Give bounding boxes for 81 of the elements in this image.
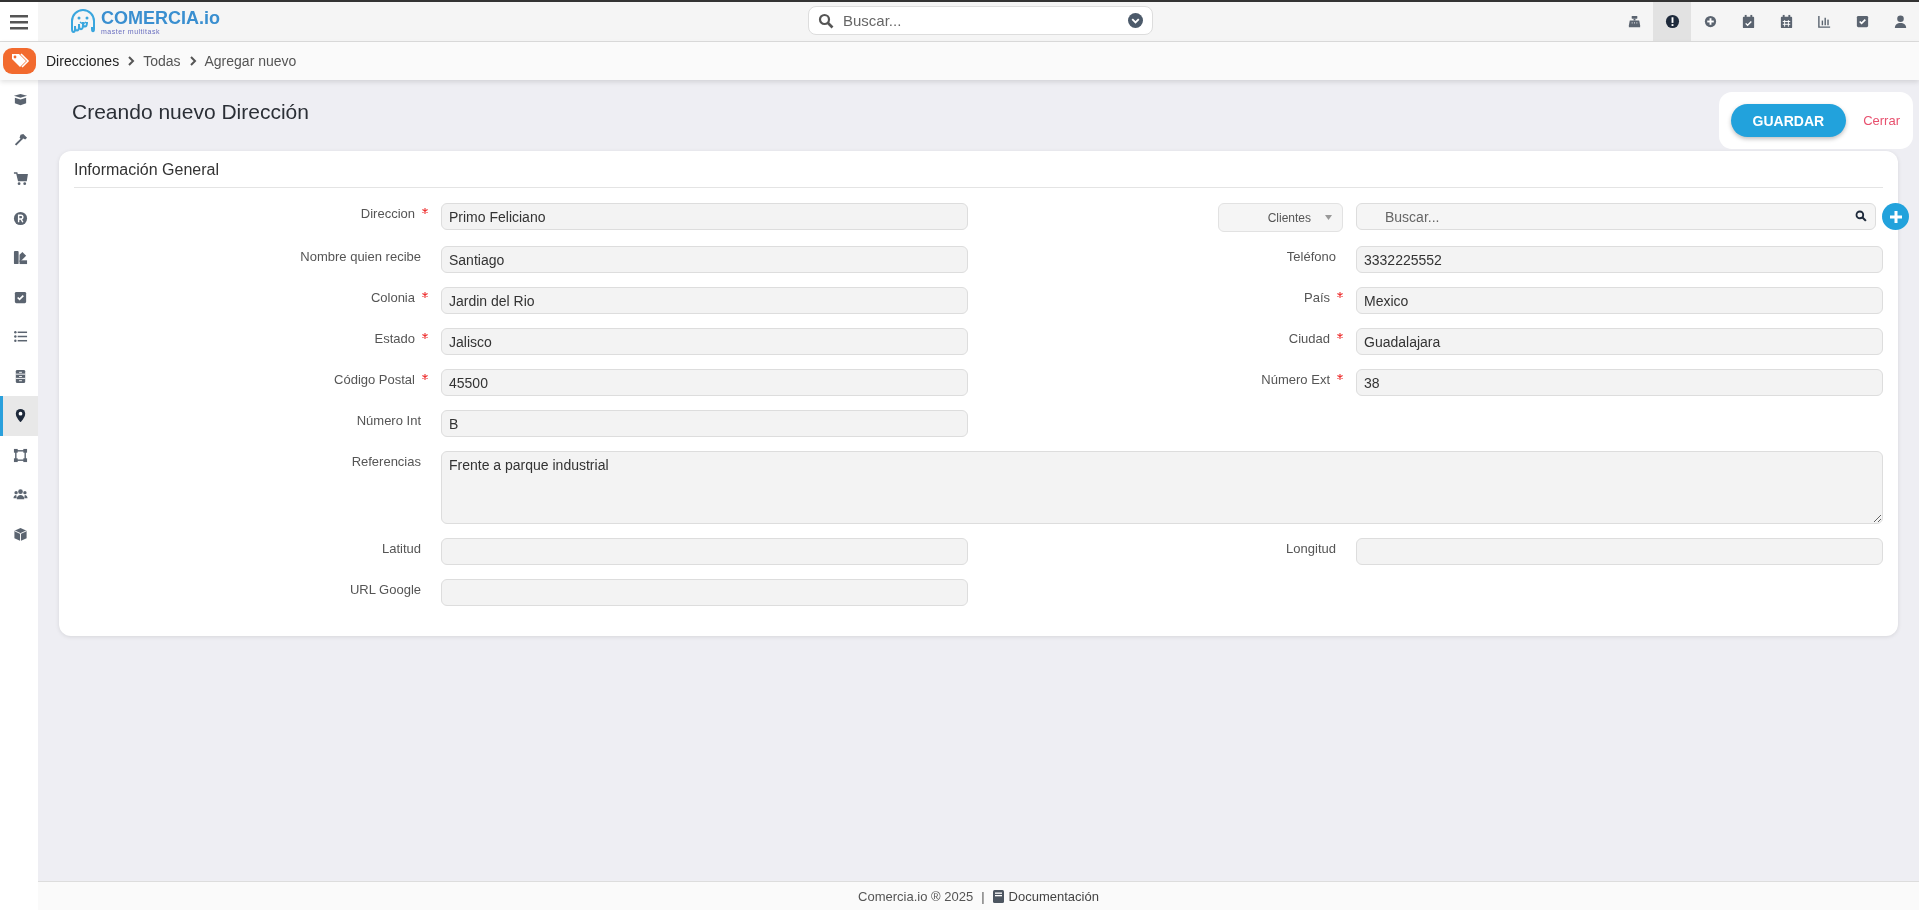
menu-icon	[10, 13, 28, 30]
required-asterisk-icon	[422, 292, 428, 298]
breadcrumb-link[interactable]: Todas	[143, 53, 181, 69]
text-area[interactable]: Frente a parque industrial	[441, 451, 1883, 524]
box-icon	[13, 92, 28, 108]
select-dropdown[interactable]: Clientes	[1218, 203, 1343, 232]
field-label: Ciudad	[1288, 331, 1330, 346]
chevron-icon	[188, 56, 197, 66]
plus-icon	[1888, 209, 1903, 224]
required-asterisk-icon	[422, 208, 428, 214]
search-icon	[818, 13, 834, 29]
search-field[interactable]: Buscar...	[1356, 203, 1876, 230]
required-asterisk-icon	[1337, 292, 1343, 298]
field-label: Referencias	[351, 454, 421, 469]
field-label: Estado	[374, 331, 415, 346]
field-label: Teléfono	[1286, 249, 1336, 264]
field-label: Longitud	[1286, 541, 1336, 556]
input-field[interactable]	[441, 579, 968, 606]
hammer-icon	[13, 131, 28, 147]
cube-icon	[13, 526, 28, 542]
field-label: País	[1304, 290, 1330, 305]
field-label: Direccion	[360, 206, 415, 221]
search-icon	[1855, 210, 1867, 222]
alert-icon	[1664, 14, 1680, 29]
input-field[interactable]: Primo Feliciano	[441, 203, 968, 230]
menu-button[interactable]	[0, 2, 38, 41]
cart-icon	[13, 171, 28, 187]
cash-register-icon	[1626, 14, 1642, 29]
page-title: Creando nuevo Dirección	[72, 99, 309, 124]
required-asterisk-icon	[1337, 374, 1343, 380]
copyright-text: Comercia.io ® 2025	[858, 888, 974, 904]
breadcrumb-link[interactable]: Agregar nuevo	[204, 53, 297, 69]
input-field[interactable]: B	[441, 410, 968, 437]
required-asterisk-icon	[422, 374, 428, 380]
caret-icon	[1325, 215, 1332, 220]
calendar-check-icon	[1740, 14, 1756, 29]
search-field[interactable]: Buscar...	[808, 6, 1153, 35]
toolbar-button[interactable]	[1653, 2, 1691, 41]
bar-chart-icon	[1816, 14, 1832, 29]
field-label: Número Int	[356, 413, 421, 428]
documentation-link[interactable]: Documentación	[1008, 888, 1099, 904]
separator: |	[981, 888, 985, 904]
input-field[interactable]: 38	[1356, 369, 1883, 396]
input-field[interactable]: Mexico	[1356, 287, 1883, 314]
input-field[interactable]: Jalisco	[441, 328, 968, 355]
map-pin-icon	[13, 408, 28, 424]
swatch-icon	[13, 250, 28, 266]
checkbox-icon	[13, 289, 28, 305]
logo-wordmark: COMERCIA.io	[101, 8, 220, 27]
input-field[interactable]: Guadalajara	[1356, 328, 1883, 355]
required-asterisk-icon	[1337, 333, 1343, 339]
field-label: URL Google	[349, 582, 421, 597]
list-icon	[13, 329, 28, 345]
chevron-icon	[127, 56, 136, 66]
plus-circle-icon	[1702, 14, 1718, 29]
required-asterisk-icon	[422, 333, 428, 339]
dropdown-icon[interactable]	[1128, 13, 1143, 28]
field-label: Latitud	[381, 541, 421, 556]
cabinet-icon	[13, 368, 28, 384]
add-button[interactable]	[1882, 203, 1909, 230]
sidebar-item[interactable]	[0, 396, 38, 436]
close-link[interactable]: Cerrar	[1863, 113, 1900, 128]
field-label: Nombre quien recibe	[300, 249, 421, 264]
calendar-icon	[1778, 14, 1794, 29]
vector-square-icon	[13, 447, 28, 463]
input-field[interactable]	[1356, 538, 1883, 565]
field-label: Código Postal	[334, 372, 415, 387]
checkbox-icon	[1854, 14, 1870, 29]
input-field[interactable]: Jardin del Rio	[441, 287, 968, 314]
registered-icon	[13, 210, 28, 226]
input-field[interactable]	[441, 538, 968, 565]
tags-icon	[9, 52, 30, 70]
breadcrumb-link[interactable]: Direcciones	[46, 53, 120, 69]
field-label: Colonia	[370, 290, 415, 305]
input-field[interactable]: Santiago	[441, 246, 968, 273]
input-field[interactable]: 45500	[441, 369, 968, 396]
user-icon	[1892, 14, 1908, 29]
field-label: Número Ext	[1261, 372, 1330, 387]
book-icon	[992, 889, 1004, 903]
section-title: Información General	[74, 161, 1883, 188]
input-field[interactable]: 3332225552	[1356, 246, 1883, 273]
